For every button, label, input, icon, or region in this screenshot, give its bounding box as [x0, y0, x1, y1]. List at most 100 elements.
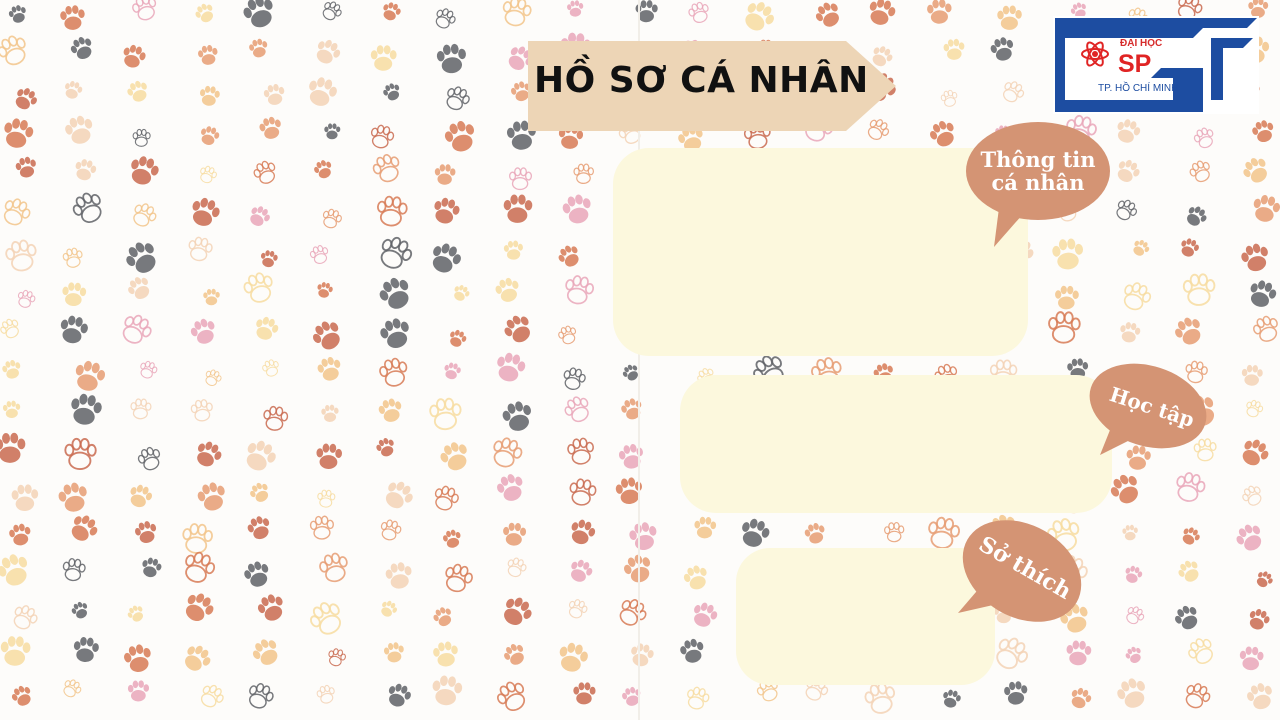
paw-print-icon	[564, 396, 589, 423]
paw-print-icon	[200, 85, 220, 106]
paw-print-icon	[444, 362, 461, 380]
paw-print-icon	[503, 522, 527, 546]
paw-print-icon	[185, 593, 214, 622]
paw-print-icon	[694, 516, 717, 539]
paw-print-icon	[864, 682, 896, 714]
paw-print-icon	[259, 116, 281, 139]
paw-print-icon	[376, 437, 394, 457]
study-card[interactable]	[680, 375, 1112, 513]
hobby-card[interactable]	[736, 548, 995, 685]
paw-print-icon	[445, 563, 473, 593]
paw-print-icon	[495, 277, 519, 302]
paw-print-icon	[1117, 678, 1145, 708]
paw-print-icon	[1133, 239, 1150, 256]
paw-print-icon	[511, 81, 530, 102]
paw-print-icon	[508, 46, 533, 70]
paw-print-icon	[1253, 315, 1278, 342]
paw-print-icon	[1110, 474, 1138, 504]
paw-print-icon	[135, 521, 157, 543]
paw-print-icon	[188, 236, 213, 262]
paw-print-icon	[503, 240, 523, 260]
paw-print-icon	[436, 43, 466, 74]
paw-print-icon	[1126, 445, 1151, 470]
paw-print-icon	[450, 329, 467, 347]
paw-print-icon	[497, 474, 523, 501]
paw-print-icon	[990, 37, 1014, 61]
paw-print-icon	[122, 314, 152, 344]
paw-print-icon	[1117, 119, 1141, 143]
paw-print-icon	[195, 3, 213, 23]
paw-print-icon	[380, 318, 409, 349]
paw-print-icon	[5, 239, 37, 272]
paw-print-icon	[137, 446, 161, 471]
paw-print-icon	[573, 682, 596, 705]
logo-line-2: SP	[1118, 50, 1152, 78]
paw-print-icon	[1120, 322, 1141, 343]
paw-print-icon	[309, 602, 341, 635]
paw-print-icon	[4, 118, 34, 148]
paw-print-icon	[142, 557, 162, 578]
paw-print-icon	[743, 122, 771, 150]
paw-print-icon	[1250, 280, 1277, 307]
paw-print-icon	[200, 165, 217, 184]
paw-print-icon	[123, 44, 146, 68]
paw-print-icon	[1236, 524, 1262, 551]
paw-print-icon	[0, 432, 26, 463]
paw-print-icon	[0, 35, 26, 66]
paw-print-icon	[1243, 158, 1267, 183]
paw-print-icon	[316, 443, 342, 469]
paw-print-icon	[565, 275, 595, 305]
paw-print-icon	[317, 282, 333, 298]
paw-print-icon	[1046, 518, 1080, 552]
paw-print-icon	[872, 46, 893, 67]
paw-print-icon	[432, 675, 463, 706]
paw-print-icon	[618, 120, 641, 144]
paw-print-icon	[1193, 438, 1217, 462]
paw-print-icon	[1004, 681, 1028, 705]
paw-print-icon	[940, 89, 958, 107]
paw-print-icon	[309, 245, 329, 264]
paw-print-icon	[434, 485, 459, 511]
paw-print-icon	[1185, 360, 1208, 384]
paw-print-icon	[503, 194, 533, 223]
paw-print-icon	[694, 602, 718, 627]
paw-print-icon	[383, 83, 400, 101]
paw-print-icon	[1188, 638, 1213, 664]
paw-print-icon	[1117, 159, 1140, 182]
paw-print-icon	[993, 602, 1014, 624]
paw-print-icon	[509, 167, 533, 191]
paw-print-icon	[15, 156, 36, 178]
paw-print-icon	[249, 38, 268, 58]
paw-print-icon	[185, 645, 211, 671]
paw-print-icon	[13, 605, 38, 630]
paw-print-icon	[127, 605, 144, 622]
paw-print-icon	[321, 404, 339, 422]
paw-print-icon	[1241, 243, 1268, 272]
paw-print-icon	[324, 123, 341, 140]
paw-print-icon	[11, 685, 31, 706]
paw-print-icon	[58, 482, 87, 512]
paw-print-icon	[198, 44, 218, 65]
paw-print-icon	[70, 37, 92, 60]
paw-print-icon	[1253, 194, 1280, 222]
paw-print-icon	[71, 515, 98, 541]
paw-print-icon	[63, 679, 82, 698]
paw-print-icon	[127, 680, 150, 702]
paw-print-icon	[867, 119, 890, 141]
paw-print-icon	[996, 637, 1029, 670]
paw-print-icon	[317, 356, 341, 381]
paw-print-icon	[1116, 199, 1138, 221]
paw-print-icon	[687, 686, 710, 710]
paw-print-icon	[380, 519, 402, 541]
paw-print-icon	[131, 156, 159, 185]
paw-print-icon	[380, 236, 413, 269]
paw-print-icon	[328, 648, 346, 667]
personal-info-card[interactable]	[613, 148, 1028, 356]
paw-print-icon	[15, 88, 37, 110]
paw-print-icon	[571, 559, 593, 582]
paw-print-icon	[200, 684, 224, 708]
paw-print-icon	[558, 124, 584, 149]
paw-print-icon	[60, 315, 88, 344]
paw-print-icon	[1125, 565, 1143, 583]
paw-print-icon	[133, 203, 157, 227]
